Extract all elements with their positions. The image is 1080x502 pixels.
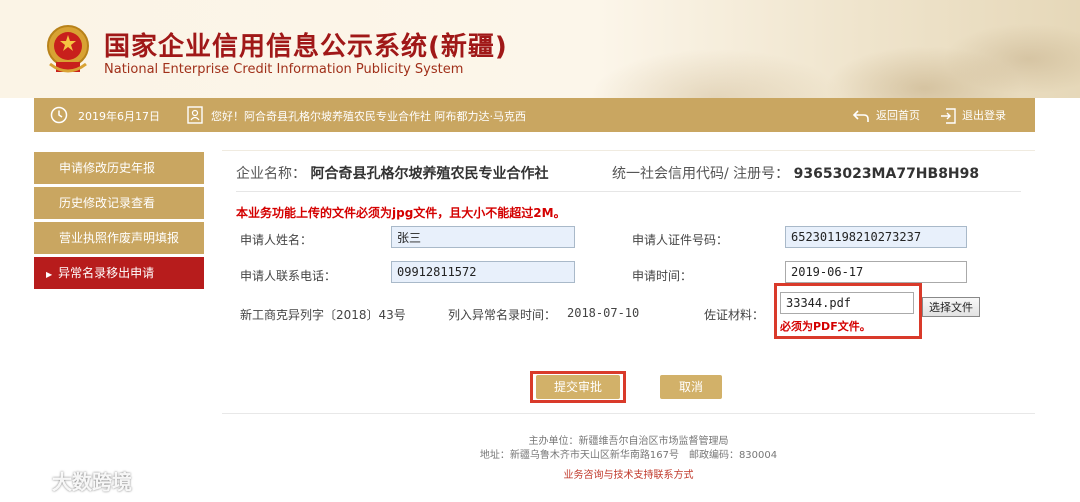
footer-support-row: 业务咨询与技术支持联系方式 [222,466,1035,481]
watermark-logo-icon [9,475,45,491]
applicant-name-label: 申请人姓名： [240,233,313,247]
cancel-button[interactable]: 取消 [660,375,722,399]
site-title: 国家企业信用信息公示系统(新疆) [104,32,508,62]
caret-right-icon: ▶ [46,270,53,279]
sidebar-item-license-void[interactable]: 营业执照作废声明填报 [34,222,204,254]
sidebar-item-label: 申请修改历史年报 [59,161,156,175]
watermark-text: 大数跨境 [52,470,132,494]
pdf-requirement-note: 必须为PDF文件。 [780,320,871,333]
top-bar: 2019年6月17日 您好！阿合奇县孔格尔坡养殖农民专业合作社 阿布都力达·马克… [34,98,1035,132]
site-header: 国家企业信用信息公示系统(新疆) National Enterprise Cre… [0,0,1080,98]
credit-code: 93653023MA77HB8H98 [793,166,980,182]
listed-time: 2018-07-10 [567,306,640,320]
sidebar: 申请修改历史年报 历史修改记录查看 营业执照作废声明填报 ▶ 异常名录移出申请 [34,152,204,292]
current-date: 2019年6月17日 [78,110,160,123]
return-arrow-icon [852,110,869,122]
company-info: 企业名称： 阿合奇县孔格尔坡养殖农民专业合作社 统一社会信用代码/ 注册号： 9… [236,163,1021,192]
upload-warning: 本业务功能上传的文件必须为jpg文件，且大小不能超过2M。 [236,206,566,220]
phone-input[interactable] [391,261,575,283]
listed-time-label: 列入异常名录时间： [448,308,557,322]
header-landscape [560,0,1080,98]
footer-address: 地址：新疆乌鲁木齐市天山区新华南路167号 邮政编码：830004 [479,450,778,461]
national-emblem-icon [47,25,89,73]
company-name-label: 企业名称： [236,166,306,182]
apply-time-label: 申请时间： [632,269,693,283]
evidence-file-input[interactable] [780,292,914,314]
company-name: 阿合奇县孔格尔坡养殖农民专业合作社 [310,166,549,182]
phone-label: 申请人联系电话： [240,269,337,283]
credit-code-label: 统一社会信用代码/ 注册号： [612,166,790,182]
sidebar-item-label: 异常名录移出申请 [58,266,155,280]
sidebar-item-label: 历史修改记录查看 [59,196,156,210]
logout-label: 退出登录 [962,109,1006,122]
apply-time-input[interactable] [785,261,967,283]
choose-file-button[interactable]: 选择文件 [922,297,980,317]
user-greeting: 您好！阿合奇县孔格尔坡养殖农民专业合作社 阿布都力达·马克西 [211,110,526,123]
logout-icon [941,108,956,124]
doc-number: 新工商克异列字〔2018〕43号 [240,308,406,322]
user-card-icon [187,106,203,124]
site-subtitle: National Enterprise Credit Information P… [104,62,464,77]
main-panel: 企业名称： 阿合奇县孔格尔坡养殖农民专业合作社 统一社会信用代码/ 注册号： 9… [222,150,1035,502]
id-number-label: 申请人证件号码： [632,233,729,247]
watermark: 大数跨境 [8,466,132,495]
credit-code-group: 统一社会信用代码/ 注册号： 93653023MA77HB8H98 [612,163,979,183]
footer-organizer: 主办单位：新疆维吾尔自治区市场监督管理局 [528,436,729,447]
submit-button[interactable]: 提交审批 [536,375,620,399]
support-contact-link[interactable]: 业务咨询与技术支持联系方式 [564,470,694,481]
sidebar-item-label: 营业执照作废声明填报 [59,231,180,245]
return-home-link[interactable]: 返回首页 [852,107,920,123]
footer-divider [222,413,1035,414]
sidebar-item-history-records[interactable]: 历史修改记录查看 [34,187,204,219]
evidence-label: 佐证材料： [704,308,765,322]
logout-link[interactable]: 退出登录 [940,107,1006,124]
return-home-label: 返回首页 [876,109,920,122]
applicant-name-input[interactable] [391,226,575,248]
clock-icon [50,106,68,124]
sidebar-item-abnormal-removal[interactable]: ▶ 异常名录移出申请 [34,257,204,289]
sidebar-item-history-report[interactable]: 申请修改历史年报 [34,152,204,184]
id-number-input[interactable] [785,226,967,248]
